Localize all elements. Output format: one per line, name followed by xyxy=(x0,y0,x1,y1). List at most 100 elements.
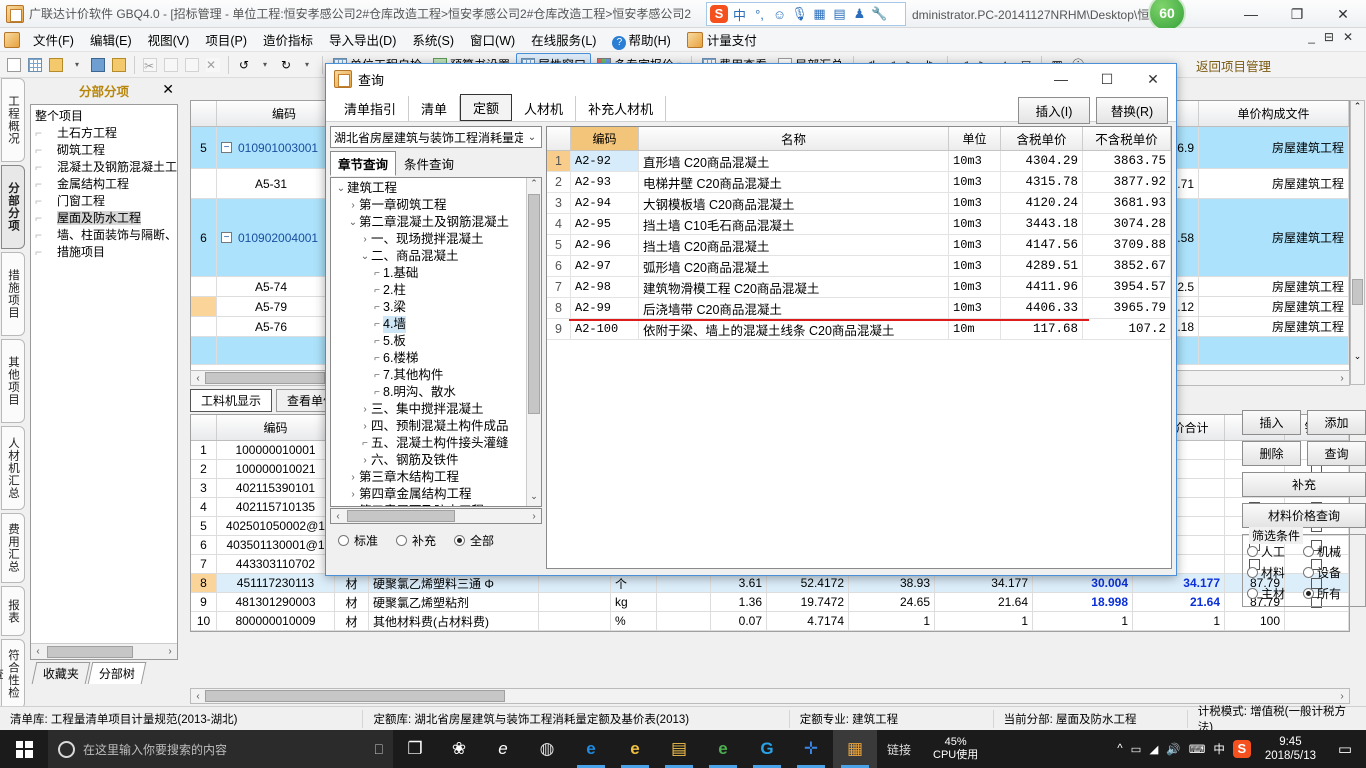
menu-item-import-export[interactable]: 导入导出(D) xyxy=(322,27,403,52)
scrollbar-thumb[interactable] xyxy=(1352,279,1363,305)
tray-network-icon[interactable]: ◢ xyxy=(1150,742,1159,756)
open-dropdown-icon[interactable]: ▾ xyxy=(67,55,87,75)
app-icon-4[interactable]: ✛ xyxy=(789,730,833,768)
scroll-left-icon[interactable]: ‹ xyxy=(191,691,205,702)
chevron-right-icon[interactable]: › xyxy=(347,469,359,486)
tray-battery-icon[interactable]: ▭ xyxy=(1131,742,1142,756)
tree-item[interactable]: › 四、预制混凝土构件成品 xyxy=(333,418,541,435)
tree-item[interactable]: ⌐ 5.板 xyxy=(333,333,541,350)
radio-icon[interactable] xyxy=(396,535,408,546)
close-button[interactable]: ✕ xyxy=(1320,0,1366,28)
tree-item[interactable]: ⌄ 第二章混凝土及钢筋混凝土 xyxy=(333,214,541,231)
chevron-down-icon[interactable]: ⌄ xyxy=(347,214,359,231)
scroll-up-icon[interactable]: ⌃ xyxy=(527,178,541,193)
cut-icon[interactable]: ✂ xyxy=(140,55,160,75)
ime-lang-icon[interactable]: 中 xyxy=(731,6,748,23)
menu-item-project[interactable]: 项目(P) xyxy=(198,27,254,52)
tree-item[interactable]: ⌄ 建筑工程 xyxy=(333,180,541,197)
tree-item[interactable]: › 一、现场搅拌混凝土 xyxy=(333,231,541,248)
mdi-close-button[interactable]: ✕ xyxy=(1343,30,1362,44)
insert-button[interactable]: 插入 xyxy=(1242,410,1301,435)
maximize-button[interactable]: ❐ xyxy=(1274,0,1320,28)
edge-icon[interactable]: e xyxy=(569,730,613,768)
back-to-project-management-link[interactable]: 返回项目管理 xyxy=(1196,56,1271,75)
mdi-window-controls[interactable]: _⊟✕ xyxy=(1308,30,1362,44)
dialog-insert-button[interactable]: 插入(I) xyxy=(1018,97,1090,124)
ime-skin-icon[interactable]: ♟ xyxy=(851,6,868,23)
tab-quota[interactable]: 定额 xyxy=(460,94,513,121)
table-row[interactable]: 6 A2-97 弧形墙 C20商品混凝土 10m3 4289.51 3852.67 xyxy=(547,256,1171,277)
task-view-icon[interactable]: ❐ xyxy=(393,730,437,768)
menu-item-online-service[interactable]: 在线服务(L) xyxy=(524,27,603,52)
open-file-icon[interactable] xyxy=(46,55,66,75)
tree-item[interactable]: › 第三章木结构工程 xyxy=(333,469,541,486)
menu-item-file[interactable]: 文件(F) xyxy=(26,27,81,52)
tree-item[interactable]: ⌐ 7.其他构件 xyxy=(333,367,541,384)
tree-vertical-scrollbar[interactable]: ⌃ ⌄ xyxy=(526,178,541,506)
table-row[interactable]: 7 A2-98 建筑物滑模工程 C20商品混凝土 10m3 4411.96 3954.57 xyxy=(547,277,1171,298)
scroll-down-icon[interactable]: ⌄ xyxy=(1351,351,1364,362)
scrollbar-thumb[interactable] xyxy=(347,510,455,522)
radio-icon[interactable] xyxy=(1303,567,1314,578)
subitem-panel-tabs[interactable]: 收藏夹 分部树 xyxy=(31,662,180,684)
tray-expand-icon[interactable]: ^ xyxy=(1117,743,1122,755)
list-item[interactable]: ⌐墙、柱面装饰与隔断、幕墙工程 xyxy=(31,227,177,244)
tab-condition-query[interactable]: 条件查询 xyxy=(396,151,462,176)
tree-item[interactable]: ⌐ 6.楼梯 xyxy=(333,350,541,367)
material-price-query-button[interactable]: 材料价格查询 xyxy=(1242,503,1366,528)
expander-icon[interactable]: − xyxy=(221,232,232,243)
table-row-selected[interactable]: 8 451117230113 材硬聚氯乙烯塑料三通 Φ 个 3.61 52.4172 38.… xyxy=(191,574,1349,593)
menu-item-cost-index[interactable]: 造价指标 xyxy=(256,27,320,52)
scrollbar-thumb[interactable] xyxy=(205,372,325,384)
table-row[interactable]: 4 A2-95 挡土墙 C10毛石商品混凝土 10m3 3443.18 3074.28 xyxy=(547,214,1171,235)
expander-icon[interactable]: − xyxy=(221,142,232,153)
scrollbar-thumb[interactable] xyxy=(205,690,505,702)
query-dialog[interactable]: 查询 — ☐ ✕ 清单指引 清单 定额 人材机 补充人材机 插入(I) 替换(R… xyxy=(325,63,1177,576)
start-button[interactable] xyxy=(0,730,48,768)
sidebar-item-subitems[interactable]: 分部分项 xyxy=(1,165,25,249)
radio-icon-selected[interactable] xyxy=(1303,588,1314,599)
tray-keyboard-icon[interactable]: ⌨ xyxy=(1189,742,1206,756)
paste-icon[interactable] xyxy=(182,55,202,75)
quota-results-table[interactable]: 编码 名称 单位 含税单价 不含税单价 1 A2-92 直形墙 C20商品混凝土 10… xyxy=(546,126,1172,569)
subitem-tree[interactable]: 整个项目 ⌐ 土石方工程 ⌐ 砌筑工程 ⌐ 混凝土及钢筋混凝土工程 ⌐ 金属结构工程 ⌐… xyxy=(30,104,178,660)
save-icon[interactable] xyxy=(88,55,108,75)
sogou-browser-icon[interactable]: G xyxy=(745,730,789,768)
tree-item[interactable]: ⌐ 1.基础 xyxy=(333,265,541,282)
copy-icon[interactable] xyxy=(161,55,181,75)
table-row[interactable]: 3 A2-94 大钢模板墙 C20商品混凝土 10m3 4120.24 3681.93 xyxy=(547,193,1171,214)
tree-item[interactable]: › 三、集中搅拌混凝土 xyxy=(333,401,541,418)
dialog-maximize-button[interactable]: ☐ xyxy=(1084,64,1130,94)
radio-icon-selected[interactable] xyxy=(454,535,466,546)
dialog-close-button[interactable]: ✕ xyxy=(1130,64,1176,94)
sogou-ime-icon[interactable]: S xyxy=(710,5,728,23)
radio-main-material[interactable]: 主材 xyxy=(1247,585,1303,602)
tree-item[interactable]: › 六、钢筋及铁件 xyxy=(333,452,541,469)
chapter-tree[interactable]: ⌄ 建筑工程 › 第一章砌筑工程 ⌄ 第二章混凝土及钢筋混凝土 › 一、现场搅拌混凝土 … xyxy=(330,177,542,507)
scroll-left-icon[interactable]: ‹ xyxy=(191,373,205,384)
tree-item[interactable]: ⌄ 二、商品混凝土 xyxy=(333,248,541,265)
tree-horizontal-scrollbar[interactable]: ‹ › xyxy=(330,508,542,524)
sidebar-item-other-items[interactable]: 其他项目 xyxy=(1,339,25,423)
chevron-right-icon[interactable]: › xyxy=(359,401,371,418)
tray-language-icon[interactable]: 中 xyxy=(1213,741,1225,757)
app-icon-1[interactable]: ❀ xyxy=(437,730,481,768)
menu-item-system[interactable]: 系统(S) xyxy=(405,27,461,52)
query-mode-tabs[interactable]: 章节查询 条件查询 xyxy=(330,151,542,176)
chevron-right-icon[interactable]: › xyxy=(347,197,359,214)
scroll-left-icon[interactable]: ‹ xyxy=(31,646,45,657)
close-icon[interactable]: ✕ xyxy=(162,81,174,98)
radio-icon[interactable] xyxy=(1303,546,1314,557)
action-center-icon[interactable]: ▭ xyxy=(1330,740,1360,758)
tree-item[interactable]: › 第四章金属结构工程 xyxy=(333,486,541,503)
ime-toolbar[interactable]: S 中 °, ☺ 🎙 ▦ ▤ ♟ 🔧 xyxy=(706,2,906,26)
radio-all[interactable]: 所有 xyxy=(1303,585,1359,602)
redo-dropdown-icon[interactable]: ▾ xyxy=(297,55,317,75)
tab-chapter-query[interactable]: 章节查询 xyxy=(330,151,397,176)
sidebar-item-compliance-check[interactable]: 符合性检查 xyxy=(0,639,25,709)
add-button[interactable]: 添加 xyxy=(1307,410,1366,435)
scrollbar-thumb[interactable] xyxy=(528,194,540,414)
menu-item-measurement-payment[interactable]: 计量支付 xyxy=(680,27,764,52)
sidebar-item-fee-summary[interactable]: 费用汇总 xyxy=(1,513,25,583)
dialog-replace-button[interactable]: 替换(R) xyxy=(1096,97,1168,124)
